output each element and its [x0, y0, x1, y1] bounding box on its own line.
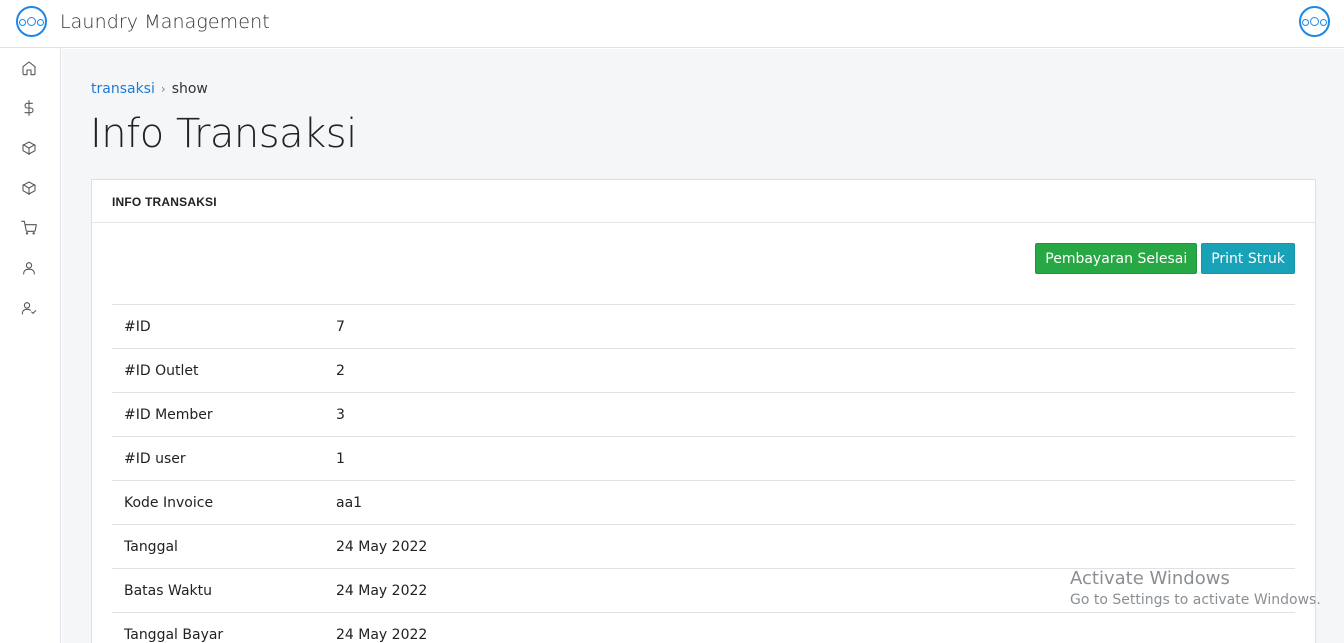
print-receipt-button[interactable]: Print Struk	[1201, 243, 1295, 274]
sidebar-item-payment[interactable]	[19, 98, 39, 118]
action-buttons: Pembayaran Selesai Print Struk	[1035, 243, 1295, 274]
box-icon	[22, 181, 36, 196]
user-check-icon	[21, 302, 37, 315]
table-row: #ID Member 3	[112, 392, 1295, 437]
sidebar-item-package[interactable]	[19, 138, 39, 158]
cart-icon	[21, 220, 37, 235]
windows-activation-watermark: Activate Windows Go to Settings to activ…	[1070, 568, 1321, 608]
row-label: Tanggal	[124, 538, 178, 555]
row-value: 7	[336, 318, 345, 335]
sidebar-item-home[interactable]	[19, 58, 39, 78]
table-row: Tanggal Bayar 24 May 2022	[112, 612, 1295, 643]
row-label: Batas Waktu	[124, 582, 212, 599]
row-value: 3	[336, 406, 345, 423]
row-value: 2	[336, 362, 345, 379]
main-content: transaksi › show Info Transaksi INFO TRANS…	[62, 49, 1344, 643]
row-label: Tanggal Bayar	[124, 626, 224, 643]
payment-complete-button[interactable]: Pembayaran Selesai	[1035, 243, 1198, 274]
table-row: #ID 7	[112, 304, 1295, 349]
row-value: 1	[336, 450, 345, 467]
top-navbar: Laundry Management	[0, 0, 1344, 48]
user-avatar-icon[interactable]	[1299, 6, 1330, 37]
breadcrumb-current: show	[171, 81, 208, 97]
table-row: Tanggal 24 May 2022	[112, 524, 1295, 569]
row-label: Kode Invoice	[124, 494, 214, 511]
table-row: #ID user 1	[112, 436, 1295, 481]
app-logo-icon[interactable]	[16, 6, 47, 37]
dollar-icon	[24, 100, 34, 116]
sidebar-item-user[interactable]	[19, 258, 39, 278]
sidebar	[0, 48, 61, 643]
page-title: Info Transaksi	[90, 111, 357, 157]
card-header: INFO TRANSAKSI	[92, 180, 1315, 223]
table-row: Kode Invoice aa1	[112, 480, 1295, 525]
row-value: 24 May 2022	[336, 626, 428, 643]
watermark-subtitle: Go to Settings to activate Windows.	[1070, 592, 1321, 608]
row-label: #ID Outlet	[124, 362, 199, 379]
sidebar-item-cart[interactable]	[19, 218, 39, 238]
watermark-title: Activate Windows	[1070, 568, 1230, 589]
box-icon	[22, 141, 36, 156]
breadcrumb-separator: ›	[160, 82, 166, 96]
sidebar-item-package-2[interactable]	[19, 178, 39, 198]
row-value: aa1	[336, 494, 363, 511]
app-title[interactable]: Laundry Management	[60, 11, 270, 33]
table-row: #ID Outlet 2	[112, 348, 1295, 393]
user-icon	[23, 262, 35, 275]
sidebar-item-user-check[interactable]	[19, 298, 39, 318]
row-label: #ID Member	[124, 406, 213, 423]
row-label: #ID	[124, 318, 151, 335]
breadcrumb-link-transaksi[interactable]: transaksi	[91, 81, 155, 97]
row-label: #ID user	[124, 450, 186, 467]
breadcrumb: transaksi › show	[91, 81, 208, 97]
home-icon	[22, 61, 36, 76]
row-value: 24 May 2022	[336, 538, 428, 555]
